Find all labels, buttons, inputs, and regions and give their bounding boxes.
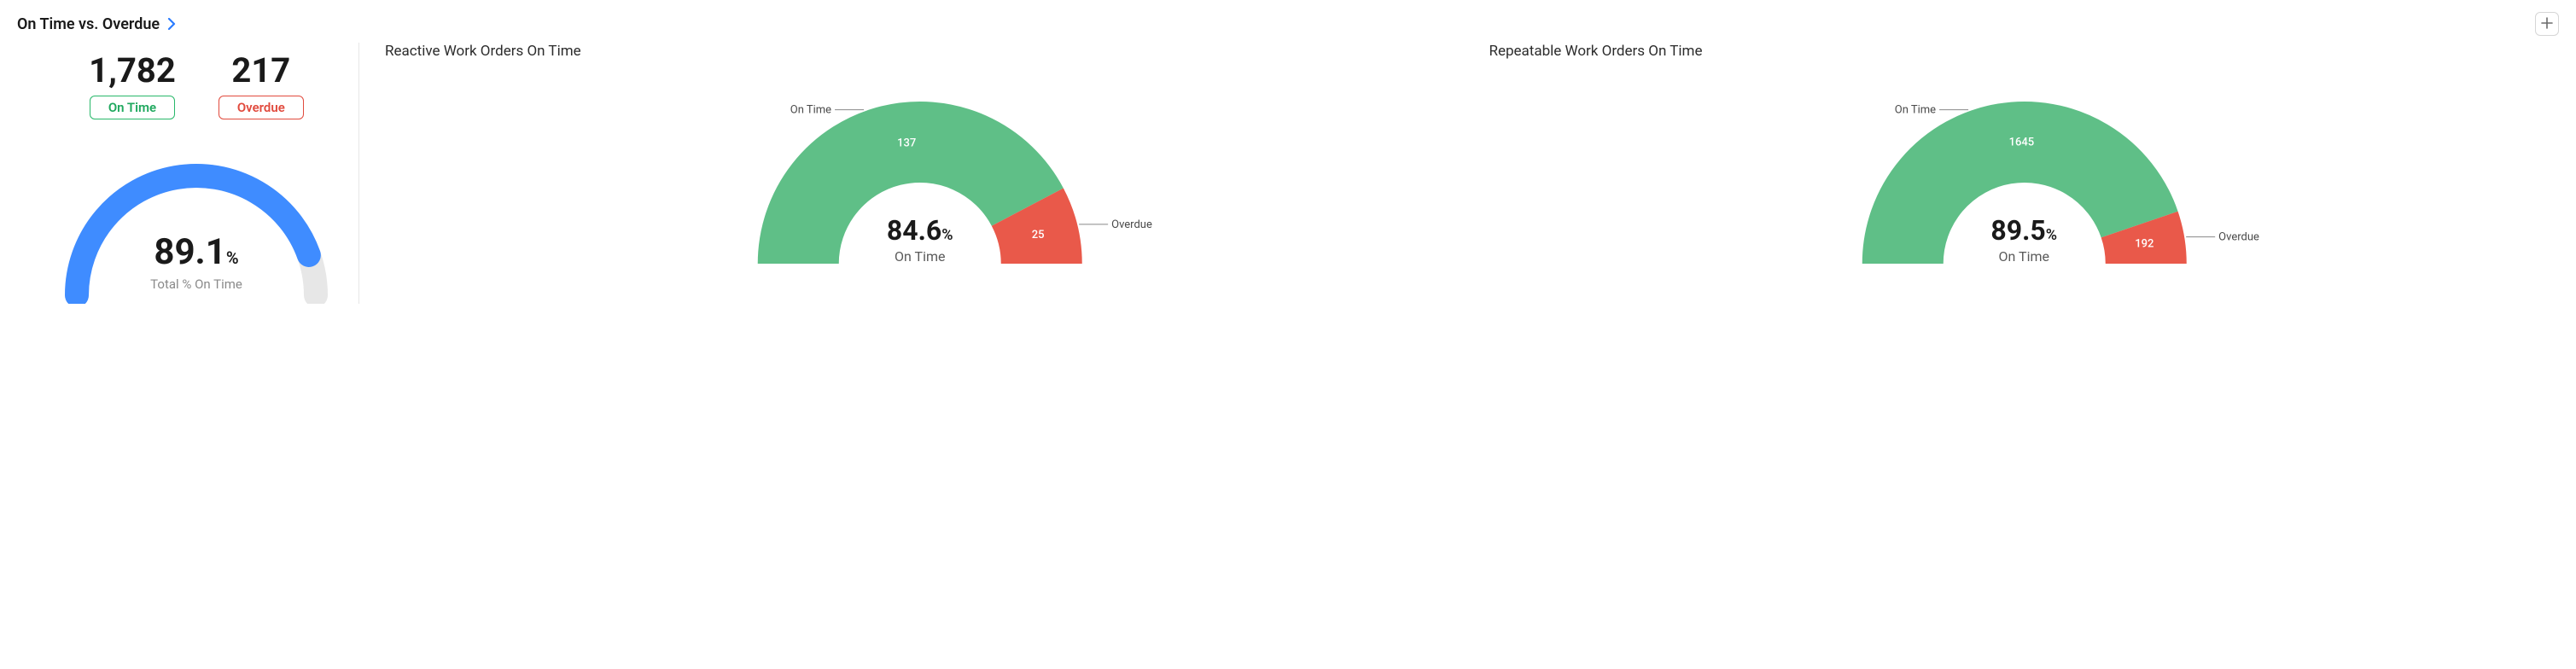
overdue-count-block: 217 Overdue <box>219 51 304 119</box>
svg-text:1645: 1645 <box>2008 137 2034 149</box>
repeatable-percent-symbol: % <box>2046 226 2057 244</box>
repeatable-sub-label: On Time <box>1990 248 2057 265</box>
chevron-right-icon <box>166 18 177 30</box>
summary-panel: 1,782 On Time 217 Overdue 89.1% Total % … <box>17 43 358 304</box>
on-time-badge: On Time <box>90 96 175 119</box>
reactive-chart-title: Reactive Work Orders On Time <box>385 43 1455 60</box>
reactive-percent-symbol: % <box>941 226 953 244</box>
repeatable-percent-value: 89.5 <box>1990 214 2045 247</box>
add-button[interactable] <box>2535 12 2559 36</box>
on-time-count-value: 1,782 <box>89 51 176 90</box>
gauge-percent-value: 89.1 <box>154 231 225 273</box>
repeatable-chart: Repeatable Work Orders On Time On Time O… <box>1489 43 2560 304</box>
section-title-text: On Time vs. Overdue <box>17 15 160 33</box>
svg-text:192: 192 <box>2135 238 2153 251</box>
svg-text:On Time: On Time <box>1894 104 1935 117</box>
svg-text:25: 25 <box>1032 229 1045 241</box>
svg-text:On Time: On Time <box>790 104 831 117</box>
section-title-link[interactable]: On Time vs. Overdue <box>17 15 177 33</box>
breakdown-panel: Reactive Work Orders On Time On Time Ove… <box>358 43 2559 304</box>
svg-text:137: 137 <box>897 137 916 149</box>
reactive-chart: Reactive Work Orders On Time On Time Ove… <box>385 43 1455 304</box>
reactive-percent-value: 84.6 <box>887 214 941 247</box>
repeatable-chart-title: Repeatable Work Orders On Time <box>1489 43 2560 60</box>
total-gauge: 89.1% Total % On Time <box>51 142 341 304</box>
gauge-percent-symbol: % <box>226 247 239 268</box>
reactive-sub-label: On Time <box>887 248 953 265</box>
svg-text:Overdue: Overdue <box>2218 231 2259 244</box>
gauge-sub-label: Total % On Time <box>150 276 242 292</box>
svg-text:Overdue: Overdue <box>1111 218 1152 231</box>
overdue-count-value: 217 <box>219 51 304 90</box>
overdue-badge: Overdue <box>219 96 304 119</box>
plus-icon <box>2541 16 2553 32</box>
on-time-count-block: 1,782 On Time <box>89 51 176 119</box>
